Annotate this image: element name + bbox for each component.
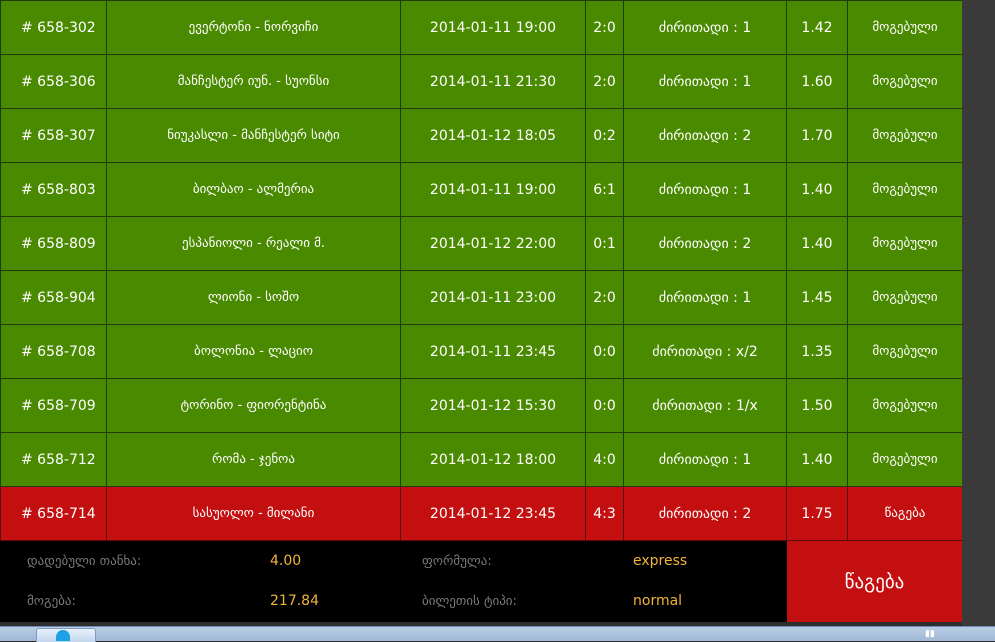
match-name: ტორინო - ფიორენტინა [106, 378, 401, 433]
ticket-type-value: normal [633, 593, 683, 609]
bet-row: # 658-712 რომა - ჯენოა 2014-01-12 18:00 4:0… [0, 432, 963, 487]
bet-row: # 658-714 სასუოლო - მილანი 2014-01-12 23:4… [0, 486, 963, 541]
bet-selection: ძირითადი : 1 [623, 270, 787, 325]
bet-odds: 1.40 [786, 432, 848, 487]
bet-id: # 658-809 [0, 216, 107, 271]
page-background-strip [962, 0, 995, 626]
bet-row: # 658-302 ევერტონი - ნორვიჩი 2014-01-11 19… [0, 0, 963, 55]
formula-label: ფორმულა: [422, 554, 492, 569]
stake-label: დადებული თანხა: [27, 554, 142, 569]
match-date: 2014-01-11 23:00 [400, 270, 586, 325]
bet-status: წაგება [847, 486, 963, 541]
match-score: 2:0 [585, 0, 624, 55]
bet-odds: 1.35 [786, 324, 848, 379]
bet-selection: ძირითადი : 1 [623, 432, 787, 487]
match-score: 4:3 [585, 486, 624, 541]
bet-odds: 1.40 [786, 216, 848, 271]
match-name: ესპანიოლი - რეალი მ. [106, 216, 401, 271]
bet-selection: ძირითადი : 2 [623, 486, 787, 541]
match-date: 2014-01-11 21:30 [400, 54, 586, 109]
bet-status: მოგებული [847, 270, 963, 325]
ticket-result-badge: წაგება [787, 541, 962, 622]
bet-status: მოგებული [847, 324, 963, 379]
bet-odds: 1.45 [786, 270, 848, 325]
bet-status: მოგებული [847, 108, 963, 163]
match-date: 2014-01-11 19:00 [400, 162, 586, 217]
bet-id: # 658-712 [0, 432, 107, 487]
bet-status: მოგებული [847, 0, 963, 55]
taskbar: ▮▮ [0, 626, 995, 642]
bets-table: # 658-302 ევერტონი - ნორვიჩი 2014-01-11 19… [0, 0, 963, 541]
bet-status: მოგებული [847, 378, 963, 433]
bet-id: # 658-803 [0, 162, 107, 217]
match-score: 2:0 [585, 54, 624, 109]
match-date: 2014-01-12 15:30 [400, 378, 586, 433]
bet-row: # 658-307 ნიუკასლი - მანჩესტერ სიტი 2014-0… [0, 108, 963, 163]
match-date: 2014-01-11 19:00 [400, 0, 586, 55]
bet-id: # 658-708 [0, 324, 107, 379]
bet-odds: 1.50 [786, 378, 848, 433]
match-name: სასუოლო - მილანი [106, 486, 401, 541]
match-score: 0:1 [585, 216, 624, 271]
bet-odds: 1.70 [786, 108, 848, 163]
match-name: ლიონი - სოშო [106, 270, 401, 325]
match-date: 2014-01-12 18:00 [400, 432, 586, 487]
match-date: 2014-01-12 23:45 [400, 486, 586, 541]
ticket-type-label: ბილეთის ტიპი: [422, 594, 517, 609]
match-date: 2014-01-12 18:05 [400, 108, 586, 163]
stake-value: 4.00 [270, 553, 302, 569]
skype-icon [56, 630, 70, 641]
bet-selection: ძირითადი : 1 [623, 54, 787, 109]
win-value: 217.84 [270, 593, 319, 609]
bet-selection: ძირითადი : 1/x [623, 378, 787, 433]
bet-id: # 658-307 [0, 108, 107, 163]
match-score: 4:0 [585, 432, 624, 487]
bet-id: # 658-709 [0, 378, 107, 433]
match-name: მანჩესტერ იუნ. - სუონსი [106, 54, 401, 109]
bet-selection: ძირითადი : 1 [623, 0, 787, 55]
bet-status: მოგებული [847, 162, 963, 217]
bet-row: # 658-904 ლიონი - სოშო 2014-01-11 23:00 2:0… [0, 270, 963, 325]
match-score: 0:2 [585, 108, 624, 163]
match-name: ბოლონია - ლაციო [106, 324, 401, 379]
match-score: 0:0 [585, 324, 624, 379]
bet-id: # 658-904 [0, 270, 107, 325]
match-date: 2014-01-11 23:45 [400, 324, 586, 379]
bet-selection: ძირითადი : x/2 [623, 324, 787, 379]
bet-id: # 658-714 [0, 486, 107, 541]
bet-status: მოგებული [847, 54, 963, 109]
bet-odds: 1.60 [786, 54, 848, 109]
tray-network-icon[interactable]: ▮▮ [925, 629, 935, 639]
match-name: რომა - ჯენოა [106, 432, 401, 487]
bet-selection: ძირითადი : 2 [623, 108, 787, 163]
bet-selection: ძირითადი : 2 [623, 216, 787, 271]
bet-row: # 658-709 ტორინო - ფიორენტინა 2014-01-12 1… [0, 378, 963, 433]
match-name: ნიუკასლი - მანჩესტერ სიტი [106, 108, 401, 163]
match-score: 6:1 [585, 162, 624, 217]
match-name: ბილბაო - ალმერია [106, 162, 401, 217]
bet-odds: 1.40 [786, 162, 848, 217]
bet-row: # 658-803 ბილბაო - ალმერია 2014-01-11 19:0… [0, 162, 963, 217]
bet-row: # 658-809 ესპანიოლი - რეალი მ. 2014-01-12 … [0, 216, 963, 271]
bet-odds: 1.75 [786, 486, 848, 541]
bet-id: # 658-302 [0, 0, 107, 55]
match-name: ევერტონი - ნორვიჩი [106, 0, 401, 55]
ticket-summary: დადებული თანხა: 4.00 ფორმულა: express მო… [0, 541, 787, 622]
bet-status: მოგებული [847, 432, 963, 487]
bet-odds: 1.42 [786, 0, 848, 55]
bets-table-body: # 658-302 ევერტონი - ნორვიჩი 2014-01-11 19… [0, 0, 963, 541]
win-label: მოგება: [27, 594, 76, 609]
bet-row: # 658-306 მანჩესტერ იუნ. - სუონსი 2014-01-… [0, 54, 963, 109]
formula-value: express [633, 553, 688, 569]
bet-selection: ძირითადი : 1 [623, 162, 787, 217]
bet-id: # 658-306 [0, 54, 107, 109]
match-score: 2:0 [585, 270, 624, 325]
match-date: 2014-01-12 22:00 [400, 216, 586, 271]
bet-row: # 658-708 ბოლონია - ლაციო 2014-01-11 23:45… [0, 324, 963, 379]
bet-status: მოგებული [847, 216, 963, 271]
match-score: 0:0 [585, 378, 624, 433]
